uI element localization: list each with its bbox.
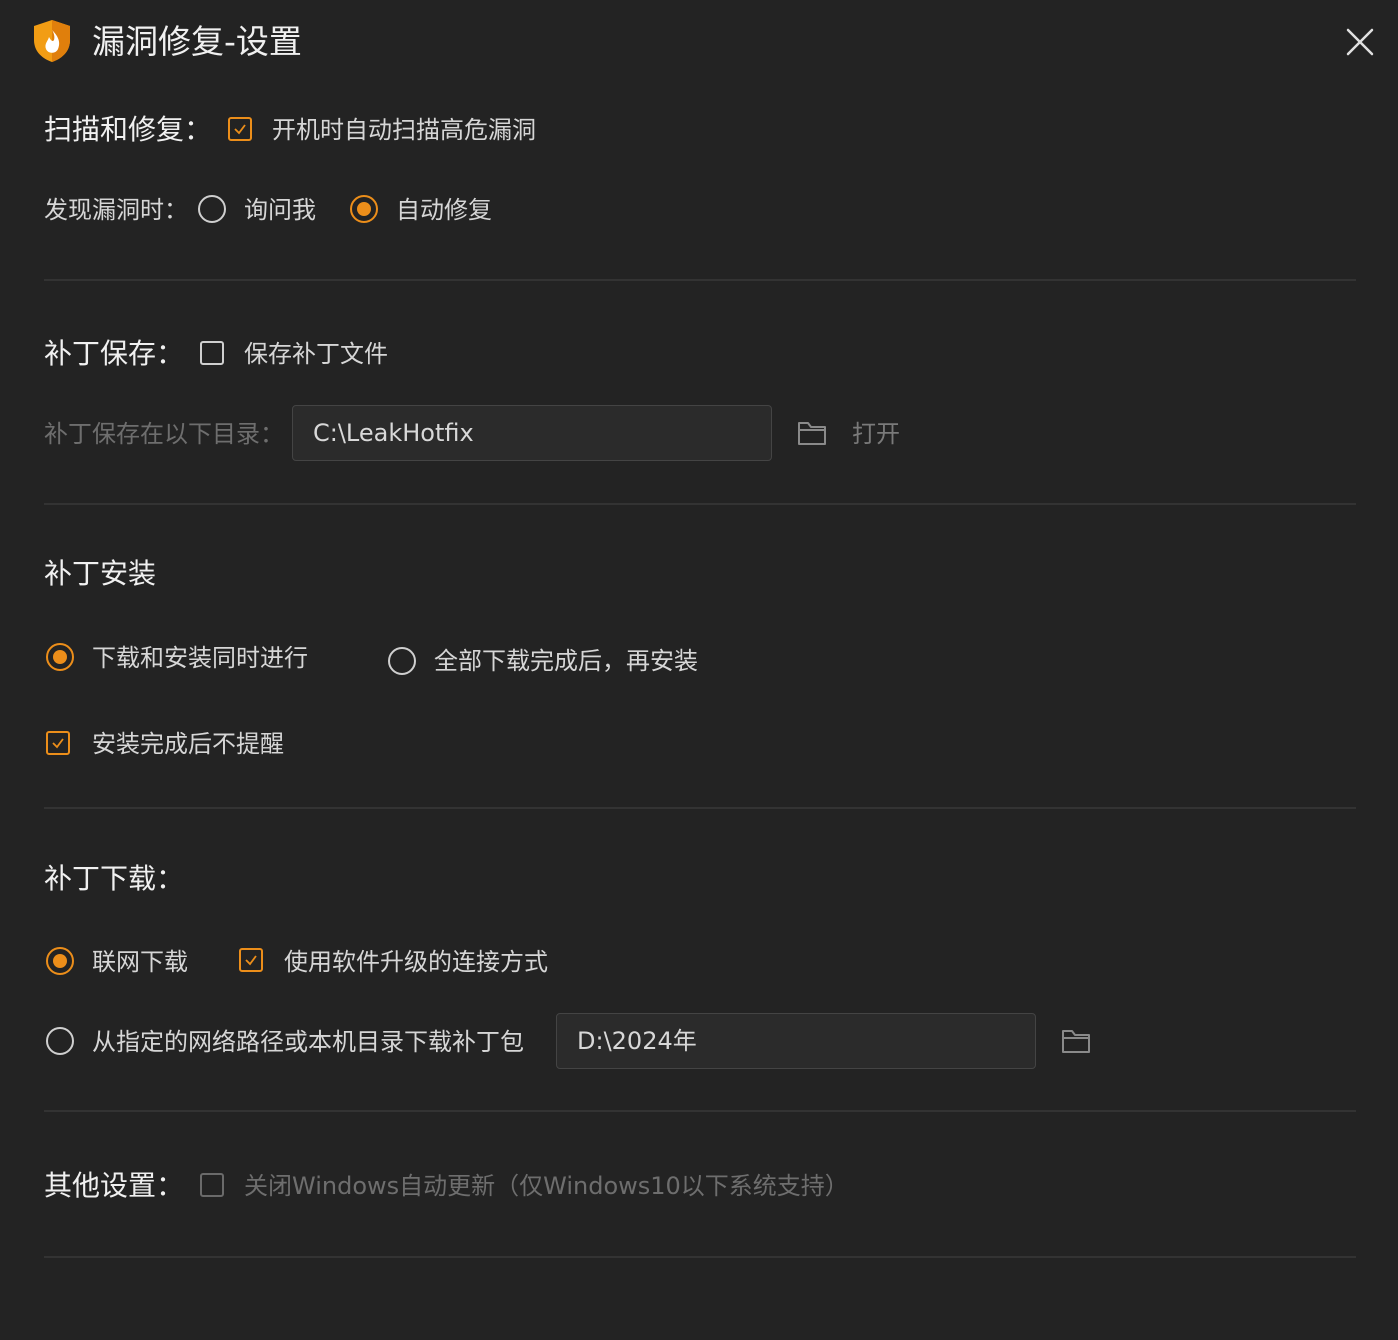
software-upgrade-label: 使用软件升级的连接方式 — [284, 948, 548, 976]
check-icon — [234, 124, 246, 135]
install-after-download-radio[interactable] — [388, 647, 416, 675]
no-remind-label: 安装完成后不提醒 — [92, 730, 284, 758]
local-download-radio[interactable] — [46, 1027, 74, 1055]
install-after-download-label: 全部下载完成后，再安装 — [434, 647, 698, 675]
no-remind-checkbox[interactable] — [46, 731, 70, 755]
online-download-radio[interactable] — [46, 947, 74, 975]
open-dir-button[interactable]: 打开 — [852, 418, 900, 450]
patch-dir-label: 补丁保存在以下目录： — [44, 420, 284, 448]
save-patch-checkbox[interactable] — [200, 341, 224, 365]
disable-update-checkbox[interactable] — [200, 1173, 224, 1197]
folder-icon[interactable] — [1061, 1027, 1091, 1055]
close-icon[interactable] — [1342, 24, 1378, 60]
found-vuln-label: 发现漏洞时： — [44, 196, 188, 224]
divider — [44, 503, 1356, 505]
ask-me-label: 询问我 — [244, 196, 316, 224]
download-section-title: 补丁下载： — [44, 862, 185, 895]
local-download-label: 从指定的网络路径或本机目录下载补丁包 — [92, 1028, 524, 1056]
divider — [44, 1110, 1356, 1112]
other-section-title: 其他设置： — [44, 1169, 185, 1202]
auto-fix-radio[interactable] — [350, 195, 378, 223]
install-section-title: 补丁安装 — [44, 557, 157, 590]
ask-me-radio[interactable] — [198, 195, 226, 223]
divider — [44, 279, 1356, 281]
auto-fix-label: 自动修复 — [396, 196, 492, 224]
disable-update-label: 关闭Windows自动更新（仅Windows10以下系统支持） — [244, 1172, 849, 1200]
window-title: 漏洞修复-设置 — [92, 22, 302, 61]
auto-scan-checkbox[interactable] — [228, 117, 252, 141]
folder-icon[interactable] — [797, 419, 827, 447]
save-patch-label: 保存补丁文件 — [244, 340, 388, 368]
auto-scan-label: 开机时自动扫描高危漏洞 — [272, 116, 536, 144]
divider — [44, 807, 1356, 809]
install-concurrent-label: 下载和安装同时进行 — [92, 644, 308, 672]
app-logo-icon — [31, 18, 73, 64]
software-upgrade-checkbox[interactable] — [239, 948, 263, 972]
check-icon — [52, 738, 64, 749]
patch-dir-input[interactable]: C:\LeakHotfix — [292, 405, 772, 461]
patch-save-section-title: 补丁保存： — [44, 337, 185, 370]
local-path-input[interactable]: D:\2024年 — [556, 1013, 1036, 1069]
install-concurrent-radio[interactable] — [46, 643, 74, 671]
online-download-label: 联网下载 — [92, 948, 188, 976]
check-icon — [245, 955, 257, 966]
scan-section-title: 扫描和修复： — [44, 113, 213, 146]
divider — [44, 1256, 1356, 1258]
